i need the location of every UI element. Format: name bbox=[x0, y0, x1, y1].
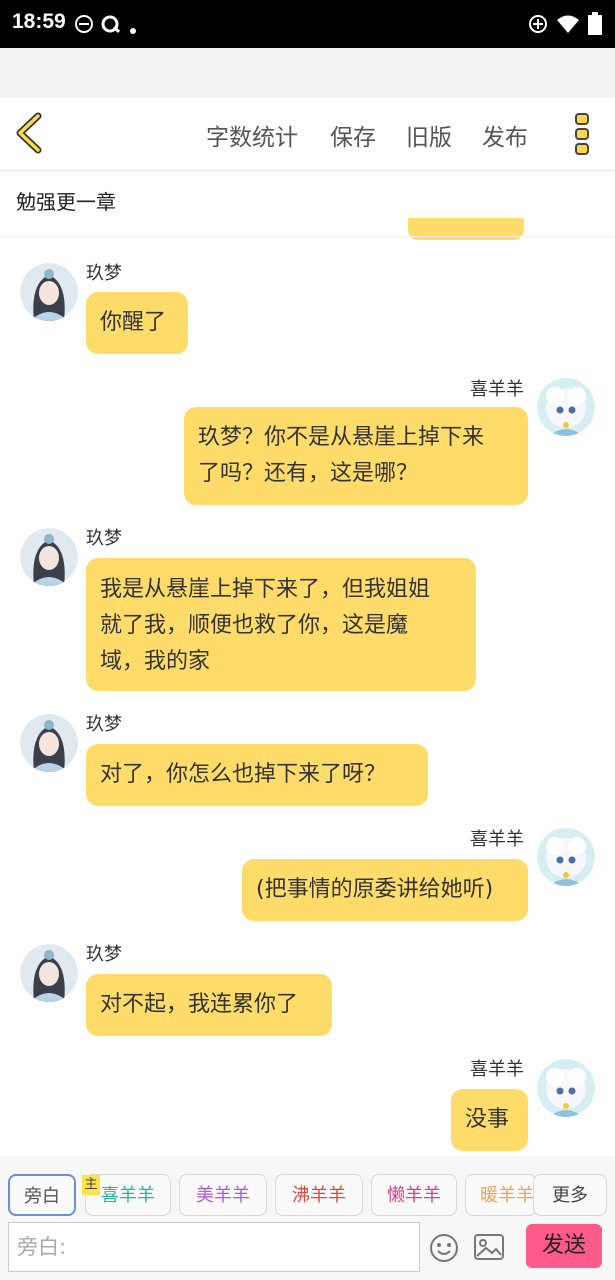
publish-button[interactable]: 发布 bbox=[482, 118, 528, 152]
back-chevron-icon[interactable] bbox=[12, 112, 46, 154]
chapter-title[interactable]: 勉强更一章 bbox=[16, 186, 116, 215]
word-count-button[interactable]: 字数统计 bbox=[206, 118, 298, 152]
role-narration-button[interactable]: 旁白 bbox=[8, 1174, 76, 1216]
xiyangyang-avatar[interactable] bbox=[537, 828, 595, 886]
status-time: 18:59 bbox=[12, 10, 66, 33]
sender-name: 喜羊羊 bbox=[470, 829, 524, 850]
message-line: 我是从悬崖上掉下来了，但我姐姐 bbox=[100, 577, 431, 602]
send-button[interactable]: 发送 bbox=[526, 1224, 602, 1268]
emoji-icon[interactable] bbox=[429, 1233, 459, 1263]
more-menu-icon[interactable] bbox=[574, 112, 590, 156]
message-bubble[interactable]: 玖梦？你不是从悬崖上掉下来 了吗？还有，这是哪？ bbox=[184, 407, 528, 505]
message-bubble[interactable]: (把事情的原委讲给她听) bbox=[242, 859, 528, 921]
image-icon[interactable] bbox=[474, 1234, 504, 1260]
message-bubble[interactable]: 没事 bbox=[451, 1089, 528, 1151]
role-button-lanyangyang[interactable]: 懒羊羊 bbox=[371, 1174, 457, 1216]
wifi-icon bbox=[557, 15, 579, 33]
message-bubble[interactable]: 对不起，我连累你了 bbox=[86, 974, 332, 1036]
divider bbox=[0, 236, 615, 237]
header-spacer bbox=[0, 48, 615, 98]
jiumeng-avatar[interactable] bbox=[20, 944, 78, 1002]
sender-name: 玖梦 bbox=[86, 714, 122, 735]
role-button-feiyangyang[interactable]: 沸羊羊 bbox=[275, 1174, 363, 1216]
old-version-button[interactable]: 旧版 bbox=[406, 118, 452, 152]
xiyangyang-avatar[interactable] bbox=[537, 378, 595, 436]
message-line: 就了我，顺便也救了你，这是魔 bbox=[100, 613, 409, 638]
sender-name: 玖梦 bbox=[86, 944, 122, 965]
sender-name: 玖梦 bbox=[86, 263, 122, 284]
message-bubble[interactable]: 我是从悬崖上掉下来了，但我姐姐 就了我，顺便也救了你，这是魔 域，我的家 bbox=[86, 558, 476, 691]
message-line: 了吗？还有，这是哪？ bbox=[198, 461, 419, 486]
message-line: 玖梦？你不是从悬崖上掉下来 bbox=[198, 425, 485, 450]
sender-name: 喜羊羊 bbox=[470, 379, 524, 400]
data-saver-icon bbox=[529, 15, 547, 33]
role-button-meiyangyang[interactable]: 美羊羊 bbox=[179, 1174, 267, 1216]
jiumeng-avatar[interactable] bbox=[20, 263, 78, 321]
dnd-icon bbox=[75, 15, 93, 33]
xiyangyang-avatar[interactable] bbox=[537, 1059, 595, 1117]
sender-name: 玖梦 bbox=[86, 528, 122, 549]
editor-toolbar: 字数统计 保存 旧版 发布 bbox=[0, 98, 615, 171]
status-bar: 18:59 bbox=[0, 0, 615, 48]
host-badge: 主 bbox=[82, 1175, 100, 1195]
notification-dot-icon bbox=[130, 28, 136, 34]
message-line: 域，我的家 bbox=[100, 649, 211, 674]
battery-icon bbox=[588, 12, 602, 35]
more-roles-button[interactable]: 更多 bbox=[533, 1174, 607, 1216]
message-bubble[interactable]: 你醒了 bbox=[86, 292, 188, 354]
sender-name: 喜羊羊 bbox=[470, 1059, 524, 1080]
jiumeng-avatar[interactable] bbox=[20, 714, 78, 772]
q-icon bbox=[101, 15, 121, 33]
message-bubble[interactable]: 对了，你怎么也掉下来了呀？ bbox=[86, 744, 428, 806]
jiumeng-avatar[interactable] bbox=[20, 528, 78, 586]
save-button[interactable]: 保存 bbox=[330, 118, 376, 152]
role-button-nuanyangyang[interactable]: 暖羊羊 bbox=[465, 1174, 537, 1216]
message-input[interactable]: 旁白: bbox=[8, 1222, 420, 1272]
